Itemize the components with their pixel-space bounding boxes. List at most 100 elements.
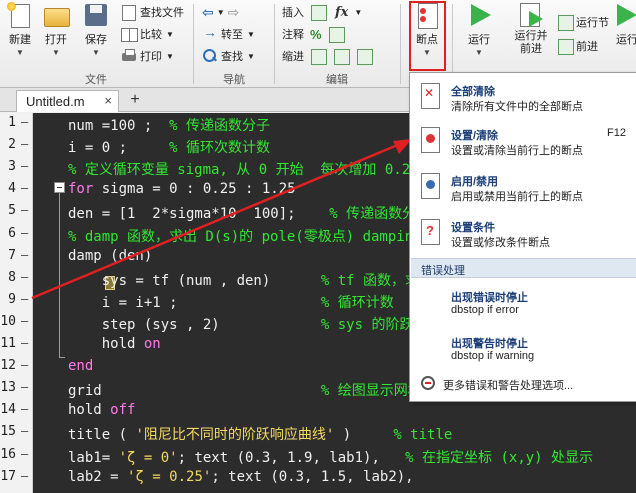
- line-number[interactable]: 11: [0, 336, 16, 351]
- fx-icon[interactable]: fx: [335, 5, 348, 20]
- save-icon: [82, 2, 110, 28]
- code-line[interactable]: i = 0 ; % 循环次数计数: [68, 137, 270, 157]
- code-line[interactable]: lab2 = 'ζ = 0.25'; text (0.3, 1.5, lab2)…: [68, 469, 414, 485]
- breakpoint-slot[interactable]: –: [21, 115, 28, 129]
- code-line[interactable]: hold off: [68, 402, 135, 418]
- code-line[interactable]: grid % 绘图显示网格: [68, 380, 422, 400]
- smart-indent-icon[interactable]: [310, 48, 327, 65]
- code-text: i = 0 ;: [68, 140, 170, 157]
- code-line[interactable]: hold on: [68, 336, 161, 352]
- file-group-label: 文件: [85, 74, 107, 86]
- code-line[interactable]: step (sys , 2) % sys 的阶跃响应: [68, 314, 442, 334]
- code-line[interactable]: for sigma = 0 : 0.25 : 1.25: [68, 181, 296, 197]
- group-divider: [193, 4, 194, 84]
- menu-item-more-options[interactable]: 更多错误和警告处理选项...: [410, 373, 636, 395]
- fold-toggle-icon[interactable]: [54, 182, 65, 193]
- breakpoint-slot[interactable]: –: [21, 203, 28, 217]
- set-breakpoint-icon: [418, 127, 442, 155]
- new-button[interactable]: 新建 ▼: [0, 2, 40, 57]
- print-button[interactable]: 打印 ▼: [121, 46, 174, 66]
- breakpoint-slot[interactable]: –: [21, 336, 28, 350]
- back-forward-buttons[interactable]: ⇦ ▼ ⇨: [202, 2, 239, 22]
- line-number[interactable]: 7: [0, 248, 16, 263]
- edit-group-label: 编辑: [326, 74, 348, 86]
- insert-button[interactable]: 插入 fx ▼: [282, 2, 362, 22]
- code-line[interactable]: title ( '阻尼比不同时的阶跃响应曲线' ) % title: [68, 424, 452, 444]
- advance-button[interactable]: 前进: [557, 36, 598, 56]
- breakpoint-slot[interactable]: –: [21, 358, 28, 372]
- add-tab-button[interactable]: +: [124, 91, 146, 111]
- decrease-indent-icon[interactable]: [356, 48, 373, 65]
- line-number[interactable]: 17: [0, 469, 16, 484]
- line-number[interactable]: 13: [0, 380, 16, 395]
- line-number[interactable]: 6: [0, 226, 16, 241]
- chevron-down-icon: ▼: [92, 48, 100, 57]
- find-button[interactable]: 查找 ▼: [202, 46, 255, 66]
- breakpoint-slot[interactable]: –: [21, 137, 28, 151]
- code-line[interactable]: lab1= 'ζ = 0'; text (0.3, 1.9, lab1), % …: [68, 447, 593, 467]
- run-button[interactable]: 运行 ▼: [459, 2, 499, 57]
- code-line[interactable]: end: [68, 358, 93, 374]
- code-line[interactable]: den = [1 2*sigma*10 100]; % 传递函数分母: [68, 203, 430, 223]
- menu-item-stop-on-warning[interactable]: 出现警告时停止 dbstop if warning: [410, 331, 636, 369]
- breakpoint-slot[interactable]: –: [21, 314, 28, 328]
- breakpoint-slot[interactable]: –: [21, 380, 28, 394]
- matlab-editor-window: 新建 ▼ 打开 ▼ 保存 ▼ 查找文件 比较 ▼ 打印 ▼ 文件 ⇦ ▼ ⇨ →…: [0, 0, 636, 493]
- line-number[interactable]: 10: [0, 314, 16, 329]
- tab-untitled[interactable]: Untitled.m ×: [16, 90, 119, 112]
- run-section-button[interactable]: 运行节: [557, 12, 609, 32]
- line-number[interactable]: 2: [0, 137, 16, 152]
- line-number[interactable]: 16: [0, 447, 16, 462]
- breakpoint-slot[interactable]: –: [21, 447, 28, 461]
- increase-indent-icon[interactable]: [333, 48, 350, 65]
- menu-item-stop-on-error[interactable]: 出现错误时停止 dbstop if error: [410, 285, 636, 323]
- code-line[interactable]: num =100 ; % 传递函数分子: [68, 115, 270, 135]
- comment-button[interactable]: 注释 %: [282, 24, 347, 44]
- goto-button[interactable]: 转至 ▼: [202, 24, 255, 44]
- save-button[interactable]: 保存 ▼: [76, 2, 116, 57]
- breakpoint-slot[interactable]: –: [21, 226, 28, 240]
- close-icon[interactable]: ×: [104, 93, 112, 108]
- menu-item-enable-disable[interactable]: 启用/禁用 启用或禁用当前行上的断点: [410, 167, 636, 207]
- line-number[interactable]: 9: [0, 292, 16, 307]
- comment-icon[interactable]: %: [310, 27, 322, 42]
- chevron-down-icon: ▼: [52, 48, 60, 57]
- open-button[interactable]: 打开 ▼: [36, 2, 76, 57]
- back-arrow-icon[interactable]: ⇦: [202, 4, 214, 21]
- line-number[interactable]: 1: [0, 115, 16, 130]
- chevron-down-icon: ▼: [16, 48, 24, 57]
- code-line[interactable]: damp (den): [68, 248, 152, 264]
- forward-arrow-icon[interactable]: ⇨: [228, 4, 240, 21]
- compare-button[interactable]: 比较 ▼: [121, 24, 174, 44]
- indent-button[interactable]: 缩进: [282, 46, 375, 66]
- line-number[interactable]: 12: [0, 358, 16, 373]
- menu-item-set-clear[interactable]: 设置/清除 F12 设置或清除当前行上的断点: [410, 121, 636, 161]
- breakpoint-slot[interactable]: –: [21, 292, 28, 306]
- run-and-advance-button[interactable]: 运行并 前进: [510, 2, 552, 56]
- breakpoint-slot[interactable]: –: [21, 402, 28, 416]
- find-files-button[interactable]: 查找文件: [121, 2, 184, 22]
- code-keyword: off: [110, 402, 136, 419]
- line-number[interactable]: 8: [0, 270, 16, 285]
- uncomment-icon[interactable]: [328, 26, 345, 43]
- breakpoint-slot[interactable]: –: [21, 469, 28, 483]
- breakpoint-slot[interactable]: –: [21, 270, 28, 284]
- line-number[interactable]: 14: [0, 402, 16, 417]
- line-number-gutter[interactable]: 1–2–3–4–5–6–7–8–9–10–11–12–13–14–15–16–1…: [0, 113, 33, 493]
- breakpoint-slot[interactable]: –: [21, 424, 28, 438]
- breakpoint-slot[interactable]: –: [21, 159, 28, 173]
- code-keyword: on: [143, 336, 161, 352]
- code-text: num =100 ;: [68, 118, 170, 134]
- menu-item-conditional[interactable]: 设置条件 设置或修改条件断点: [410, 213, 636, 253]
- chevron-down-icon: ▼: [166, 51, 174, 61]
- line-number[interactable]: 4: [0, 181, 16, 196]
- compare-icon: [121, 26, 138, 42]
- line-number[interactable]: 3: [0, 159, 16, 174]
- run-and-time-button[interactable]: 运行: [612, 2, 636, 47]
- menu-item-clear-all[interactable]: 全部清除 清除所有文件中的全部断点: [410, 77, 636, 117]
- line-number[interactable]: 15: [0, 424, 16, 439]
- breakpoint-slot[interactable]: –: [21, 248, 28, 262]
- breakpoint-slot[interactable]: –: [21, 181, 28, 195]
- code-line[interactable]: i = i+1 ; % 循环计数: [68, 292, 394, 312]
- line-number[interactable]: 5: [0, 203, 16, 218]
